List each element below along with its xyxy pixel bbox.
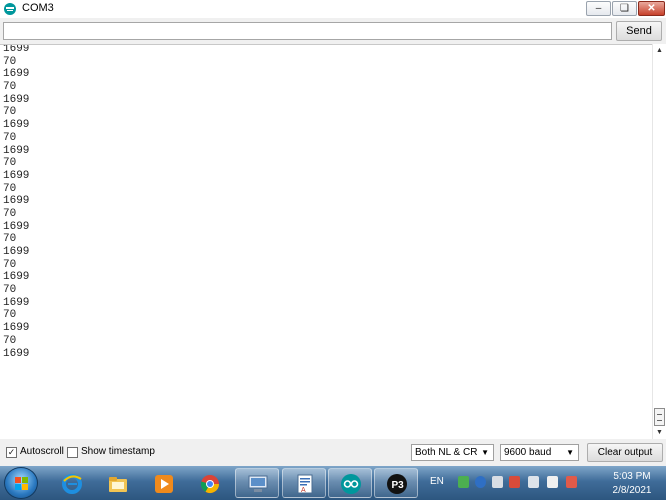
arduino-app-icon [4,3,16,15]
send-row: Send [0,18,666,44]
svg-text:P3: P3 [392,480,405,491]
taskbar-p3-app[interactable]: P3 [374,468,418,498]
ie-icon [62,474,82,494]
serial-send-input[interactable] [3,22,612,40]
timestamp-checkbox[interactable] [67,447,78,458]
chevron-down-icon: ▼ [481,448,489,457]
send-button[interactable]: Send [616,21,662,41]
svg-text:A: A [301,487,306,494]
system-tray [458,476,598,490]
taskbar-arduino[interactable] [328,468,372,498]
language-indicator[interactable]: EN [430,476,444,487]
chevron-down-icon: ▼ [566,448,574,457]
window-title: COM3 [22,2,54,14]
remote-desktop-icon [248,475,268,492]
output-line: 1699 [3,347,30,360]
windows-logo-icon [15,477,29,491]
scroll-thumb[interactable] [654,408,665,426]
output-lines: 1699 70 1699 70 1699 70 1699 70 1699 70 1699 70 1699… [0,45,652,362]
output-scrollbar[interactable]: ▲ ▼ [652,44,666,439]
security-shield-icon[interactable] [458,476,469,488]
windows-taskbar: A P3 EN 5:03 PM 2/8/2021 [0,466,666,500]
action-center-icon[interactable] [509,476,520,488]
serial-output[interactable]: 1699 70 1699 70 1699 70 1699 70 1699 70 1699 70 1699… [0,44,652,439]
usb-drive-icon[interactable] [492,476,503,488]
timestamp-label: Show timestamp [81,446,155,457]
baud-rate-value: 9600 baud [504,447,552,458]
line-ending-value: Both NL & CR [415,447,478,458]
taskbar-media-player[interactable] [141,468,185,498]
start-button[interactable] [4,467,38,499]
baud-rate-select[interactable]: 9600 baud ▼ [500,444,579,461]
bluetooth-icon[interactable] [475,476,486,488]
wordpad-icon: A [297,474,313,494]
battery-warning-icon[interactable] [566,476,577,488]
title-bar: COM3 – ❏ ✕ [0,0,666,18]
taskbar-remote-desktop[interactable] [235,468,279,498]
maximize-button[interactable]: ❏ [612,1,637,16]
p3-app-icon: P3 [387,474,407,494]
scroll-down-arrow-icon[interactable]: ▼ [656,429,663,436]
bottom-toolbar: ✓ Autoscroll Show timestamp Both NL & CR… [0,439,666,466]
speaker-icon[interactable] [528,476,539,488]
chrome-icon [200,475,219,494]
close-button[interactable]: ✕ [638,1,665,16]
arduino-icon [341,474,361,494]
scroll-up-arrow-icon[interactable]: ▲ [656,47,663,54]
clear-output-button[interactable]: Clear output [587,443,663,462]
autoscroll-checkbox[interactable]: ✓ [6,447,17,458]
line-ending-select[interactable]: Both NL & CR ▼ [411,444,494,461]
minimize-button[interactable]: – [586,1,611,16]
explorer-icon [109,477,127,492]
taskbar-chrome[interactable] [187,468,231,498]
taskbar-explorer[interactable] [95,468,139,498]
network-signal-icon[interactable] [547,476,558,488]
clock-time[interactable]: 5:03 PM [604,471,660,482]
taskbar-wordpad[interactable]: A [282,468,326,498]
taskbar-ie[interactable] [49,468,93,498]
clock-date[interactable]: 2/8/2021 [604,485,660,496]
media-player-icon [155,475,173,493]
autoscroll-label: Autoscroll [20,446,64,457]
